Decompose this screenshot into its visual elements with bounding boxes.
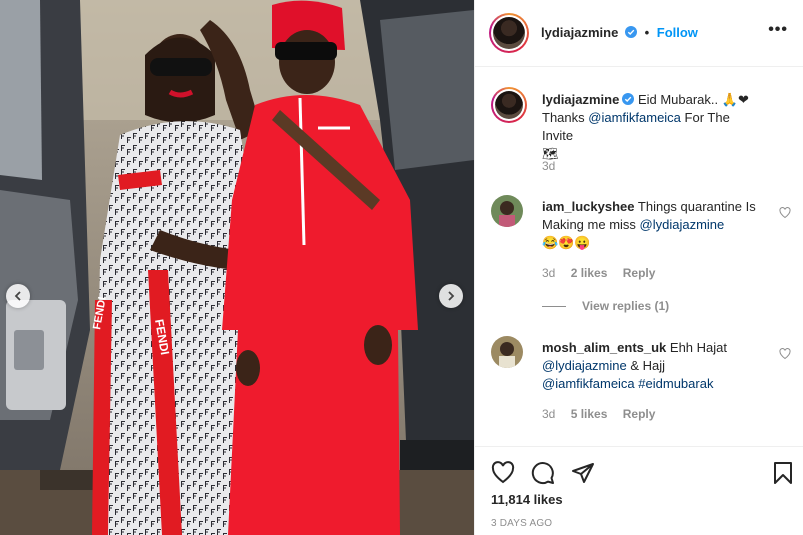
comment-mention[interactable]: @lydiajazmine bbox=[640, 217, 725, 232]
post-timestamp: 3 DAYS AGO bbox=[491, 518, 553, 529]
comment-time: 3d bbox=[542, 407, 556, 421]
heart-icon[interactable] bbox=[779, 207, 791, 219]
likes-count[interactable]: 11,814 likes bbox=[491, 492, 563, 507]
comment-body: iam_luckyshee Things quarantine Is Makin… bbox=[542, 198, 764, 252]
caption-username[interactable]: lydiajazmine bbox=[542, 92, 619, 107]
verified-icon bbox=[624, 26, 637, 38]
comment-time: 3d bbox=[542, 266, 556, 280]
reply-button[interactable]: Reply bbox=[623, 266, 656, 280]
comment-likes[interactable]: 5 likes bbox=[571, 407, 608, 421]
caption-mention[interactable]: @iamfikfameica bbox=[588, 110, 681, 125]
chevron-right-icon bbox=[448, 291, 455, 301]
comment-likes[interactable]: 2 likes bbox=[571, 266, 608, 280]
people-emoji: 🙏❤ bbox=[721, 92, 749, 107]
commenter-username[interactable]: iam_luckyshee bbox=[542, 199, 635, 214]
comment-icon[interactable] bbox=[531, 461, 555, 485]
commenter-avatar[interactable] bbox=[491, 195, 523, 227]
author-row: lydiajazmine • Follow bbox=[541, 25, 698, 40]
verified-icon bbox=[622, 93, 635, 105]
follow-button[interactable]: Follow bbox=[657, 25, 698, 40]
previous-photo-button[interactable] bbox=[6, 284, 30, 308]
next-photo-button[interactable] bbox=[439, 284, 463, 308]
share-icon[interactable] bbox=[571, 461, 595, 485]
post-photo-illustration: FENDI FENDI bbox=[0, 0, 474, 535]
post-photo[interactable]: FENDI FENDI bbox=[0, 0, 474, 535]
caption-time: 3d bbox=[542, 159, 556, 173]
author-avatar[interactable] bbox=[489, 13, 529, 53]
commenter-username[interactable]: mosh_alim_ents_uk bbox=[542, 340, 666, 355]
heart-icon[interactable] bbox=[491, 461, 515, 485]
bookmark-icon[interactable] bbox=[771, 461, 795, 485]
comment-hashtag[interactable]: #eidmubarak bbox=[638, 376, 713, 391]
comment-mention[interactable]: @iamfikfameica bbox=[542, 376, 635, 391]
caption-body: lydiajazmine Eid Mubarak.. 🙏❤ Thanks @ia… bbox=[542, 92, 749, 161]
commenter-avatar[interactable] bbox=[491, 336, 523, 368]
comment-mention[interactable]: @lydiajazmine bbox=[542, 358, 627, 373]
post-side-panel: lydiajazmine • Follow ••• lydiajazmine E… bbox=[474, 0, 803, 535]
comments-section: lydiajazmine Eid Mubarak.. 🙏❤ Thanks @ia… bbox=[475, 68, 803, 446]
post-header: lydiajazmine • Follow ••• bbox=[475, 0, 803, 67]
reply-button[interactable]: Reply bbox=[623, 407, 656, 421]
comment-body: mosh_alim_ents_uk Ehh Hajat @lydiajazmin… bbox=[542, 340, 727, 391]
comment-meta: 3d 2 likes Reply bbox=[542, 266, 667, 280]
author-username[interactable]: lydiajazmine bbox=[541, 25, 618, 40]
comment-text: Ehh Hajat bbox=[669, 340, 727, 355]
caption-text: Eid Mubarak.. bbox=[637, 92, 719, 107]
more-options-button[interactable]: ••• bbox=[768, 22, 788, 38]
view-replies-button[interactable]: View replies (1) bbox=[542, 299, 669, 313]
comment-emoji: 😂😍😛 bbox=[542, 235, 591, 250]
caption-avatar[interactable] bbox=[491, 87, 527, 123]
heart-icon[interactable] bbox=[779, 348, 791, 360]
instagram-post-view: FENDI FENDI lydiajazmine • Follow ••• ly… bbox=[0, 0, 803, 535]
caption-meta: 3d bbox=[542, 159, 567, 173]
comment-meta: 3d 5 likes Reply bbox=[542, 407, 667, 421]
chevron-left-icon bbox=[14, 291, 21, 301]
